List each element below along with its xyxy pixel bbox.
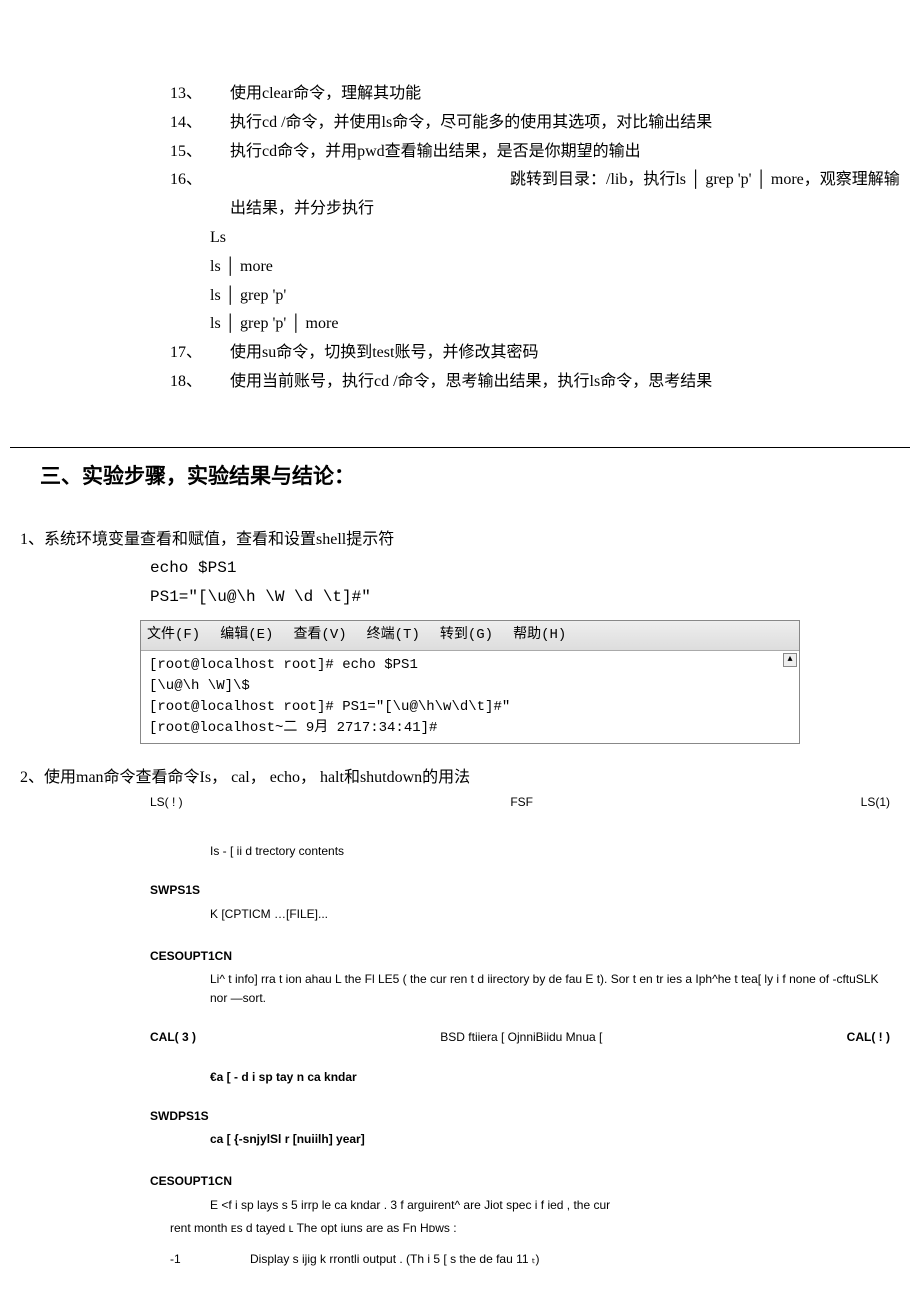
terminal-body[interactable]: ▴ [root@localhost root]# echo $PS1 [\u@\… (141, 651, 799, 743)
man-ls-desc: Li^ t info] rra t ion ahau L the Fl LE5 … (210, 970, 890, 1008)
menu-terminal[interactable]: 终端(T) (367, 623, 420, 648)
man-cal-desc-label: CESOUPT1CN (150, 1172, 890, 1191)
man-ls-header: LS( ! ) FSF LS(1) (150, 793, 890, 812)
task-16-right: 跳转到目录：/lib，执行ls │ grep 'p' │ more，观察理解输出… (230, 171, 900, 217)
task-16-sub4: ls │ grep 'p' │ more (210, 310, 910, 339)
step-1-title: 1、系统环境变量查看和赋值，查看和设置shell提示符 (20, 526, 910, 555)
man-ls: LS( ! ) FSF LS(1) Is - [ ii d trectory c… (150, 793, 890, 1269)
man-ls-synopsis: K [CPTICM …[FILE]... (210, 905, 890, 924)
man-cal-synopsis: ca [ {-snjylSl r [nuiilh] year] (210, 1130, 890, 1149)
task-num: 13、 (170, 80, 230, 109)
menu-help[interactable]: 帮助(H) (513, 623, 566, 648)
task-17: 17、 使用su命令，切换到test账号，并修改其密码 (170, 339, 910, 368)
man-cal-desc-2: rent month ᴇs d tayed ʟ The opt iuns are… (170, 1219, 890, 1238)
divider (10, 447, 910, 448)
term-line: [\u@\h \W]\$ (149, 676, 791, 697)
terminal-window: 文件(F) 编辑(E) 查看(V) 终端(T) 转到(G) 帮助(H) ▴ [r… (140, 620, 800, 744)
section-3-title: 三、实验步骤，实验结果与结论： (40, 458, 910, 496)
task-16-sub1: Ls (210, 224, 910, 253)
man-header-right: CAL( ! ) (847, 1028, 890, 1047)
man-header-right: LS(1) (861, 793, 890, 812)
task-num: 16、 (170, 166, 230, 224)
term-line: [root@localhost~二 9月 2717:34:41]# (149, 718, 791, 739)
task-text: 跳转到目录：/lib，执行ls │ grep 'p' │ more，观察理解输出… (230, 166, 910, 224)
opt-flag: -1 (170, 1250, 250, 1269)
scroll-up-icon[interactable]: ▴ (783, 653, 797, 667)
task-text: 使用clear命令，理解其功能 (230, 80, 910, 109)
menu-edit[interactable]: 编辑(E) (220, 623, 273, 648)
task-text: 执行cd命令，并用pwd查看输出结果，是否是你期望的输出 (230, 138, 910, 167)
task-num: 15、 (170, 138, 230, 167)
man-cal-name: €a [ - d i sp tay n ca kndar (210, 1068, 890, 1087)
man-ls-name: Is - [ ii d trectory contents (210, 842, 890, 861)
opt-text: Display s ijig k rrontli output . (Th i … (250, 1250, 539, 1269)
document-body: 13、 使用clear命令，理解其功能 14、 执行cd /命令，并使用ls命令… (0, 80, 920, 1269)
task-text: 执行cd /命令，并使用ls命令，尽可能多的使用其选项，对比输出结果 (230, 109, 910, 138)
man-cal-synopsis-label: SWDPS1S (150, 1107, 890, 1126)
task-15: 15、 执行cd命令，并用pwd查看输出结果，是否是你期望的输出 (170, 138, 910, 167)
term-line: [root@localhost root]# PS1="[\u@\h\w\d\t… (149, 697, 791, 718)
menu-go[interactable]: 转到(G) (440, 623, 493, 648)
task-14: 14、 执行cd /命令，并使用ls命令，尽可能多的使用其选项，对比输出结果 (170, 109, 910, 138)
task-text: 使用当前账号，执行cd /命令，思考输出结果，执行ls命令，思考结果 (230, 368, 910, 397)
menu-view[interactable]: 查看(V) (293, 623, 346, 648)
man-cal-header: CAL( 3 ) BSD ftiiera [ OjnniBiidu Mnua [… (150, 1028, 890, 1047)
man-ls-desc-label: CESOUPT1CN (150, 947, 890, 966)
man-header-center: BSD ftiiera [ OjnniBiidu Mnua [ (440, 1028, 602, 1047)
man-header-left: CAL( 3 ) (150, 1028, 196, 1047)
step-1-code2: PS1="[\u@\h \W \d \t]#" (150, 583, 910, 612)
task-13: 13、 使用clear命令，理解其功能 (170, 80, 910, 109)
man-header-left: LS( ! ) (150, 793, 183, 812)
step-1-code1: echo $PS1 (150, 554, 910, 583)
task-18: 18、 使用当前账号，执行cd /命令，思考输出结果，执行ls命令，思考结果 (170, 368, 910, 397)
step-2-title: 2、使用man命令查看命令Is， cal， echo， halt和shutdow… (20, 764, 910, 793)
man-header-center: FSF (510, 793, 533, 812)
man-cal-option: -1 Display s ijig k rrontli output . (Th… (170, 1250, 890, 1269)
term-line: [root@localhost root]# echo $PS1 (149, 655, 791, 676)
task-num: 18、 (170, 368, 230, 397)
menu-file[interactable]: 文件(F) (147, 623, 200, 648)
task-num: 17、 (170, 339, 230, 368)
task-text: 使用su命令，切换到test账号，并修改其密码 (230, 339, 910, 368)
man-cal-desc-1: E <f i sp lays s 5 irrp le ca kndar . 3 … (210, 1196, 890, 1215)
task-16-sub3: ls │ grep 'p' (210, 282, 910, 311)
terminal-menubar: 文件(F) 编辑(E) 查看(V) 终端(T) 转到(G) 帮助(H) (141, 621, 799, 651)
task-num: 14、 (170, 109, 230, 138)
task-16: 16、 跳转到目录：/lib，执行ls │ grep 'p' │ more，观察… (170, 166, 910, 224)
man-ls-synopsis-label: SWPS1S (150, 881, 890, 900)
task-16-sub2: ls │ more (210, 253, 910, 282)
